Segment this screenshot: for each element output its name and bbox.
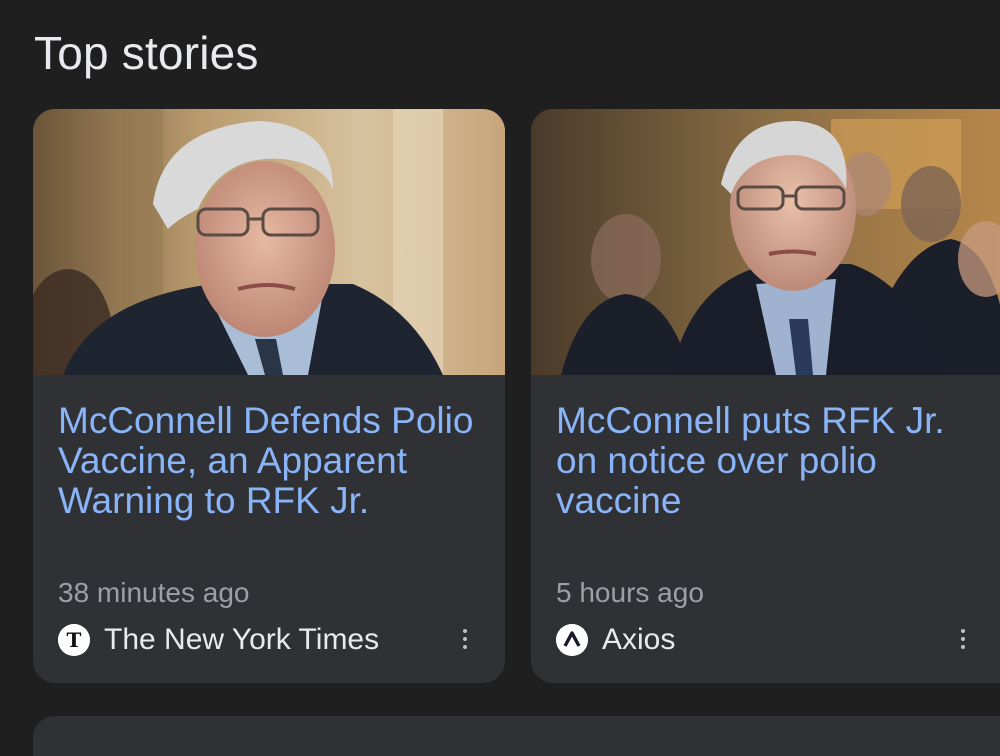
section-title: Top stories — [34, 27, 259, 79]
story-card[interactable]: McConnell puts RFK Jr. on notice over po… — [531, 109, 1000, 683]
more-vert-icon — [961, 629, 965, 633]
story-image[interactable] — [33, 109, 505, 375]
story-source: Axios — [556, 623, 675, 657]
story-image[interactable] — [531, 109, 1000, 375]
next-section-card[interactable] — [33, 716, 1000, 756]
story-source: T The New York Times — [58, 623, 379, 657]
more-vert-icon — [463, 629, 467, 633]
source-name: Axios — [602, 623, 676, 656]
story-photo — [531, 109, 1000, 375]
more-vert-dot — [463, 645, 467, 649]
more-options-button[interactable] — [953, 621, 973, 657]
story-photo — [33, 109, 505, 375]
nyt-logo-icon: T — [58, 624, 90, 656]
story-timestamp: 5 hours ago — [556, 577, 704, 608]
more-vert-dot — [961, 645, 965, 649]
svg-text:T: T — [67, 628, 82, 652]
story-timestamp: 38 minutes ago — [58, 577, 250, 608]
story-card[interactable]: McConnell Defends Polio Vaccine, an Appa… — [33, 109, 505, 683]
axios-logo-icon — [556, 624, 588, 656]
story-headline[interactable]: McConnell puts RFK Jr. on notice over po… — [556, 401, 987, 521]
source-name: The New York Times — [104, 623, 380, 656]
more-vert-dot — [463, 637, 467, 641]
story-headline[interactable]: McConnell Defends Polio Vaccine, an Appa… — [58, 401, 481, 521]
more-vert-dot — [961, 637, 965, 641]
more-options-button[interactable] — [455, 621, 475, 657]
